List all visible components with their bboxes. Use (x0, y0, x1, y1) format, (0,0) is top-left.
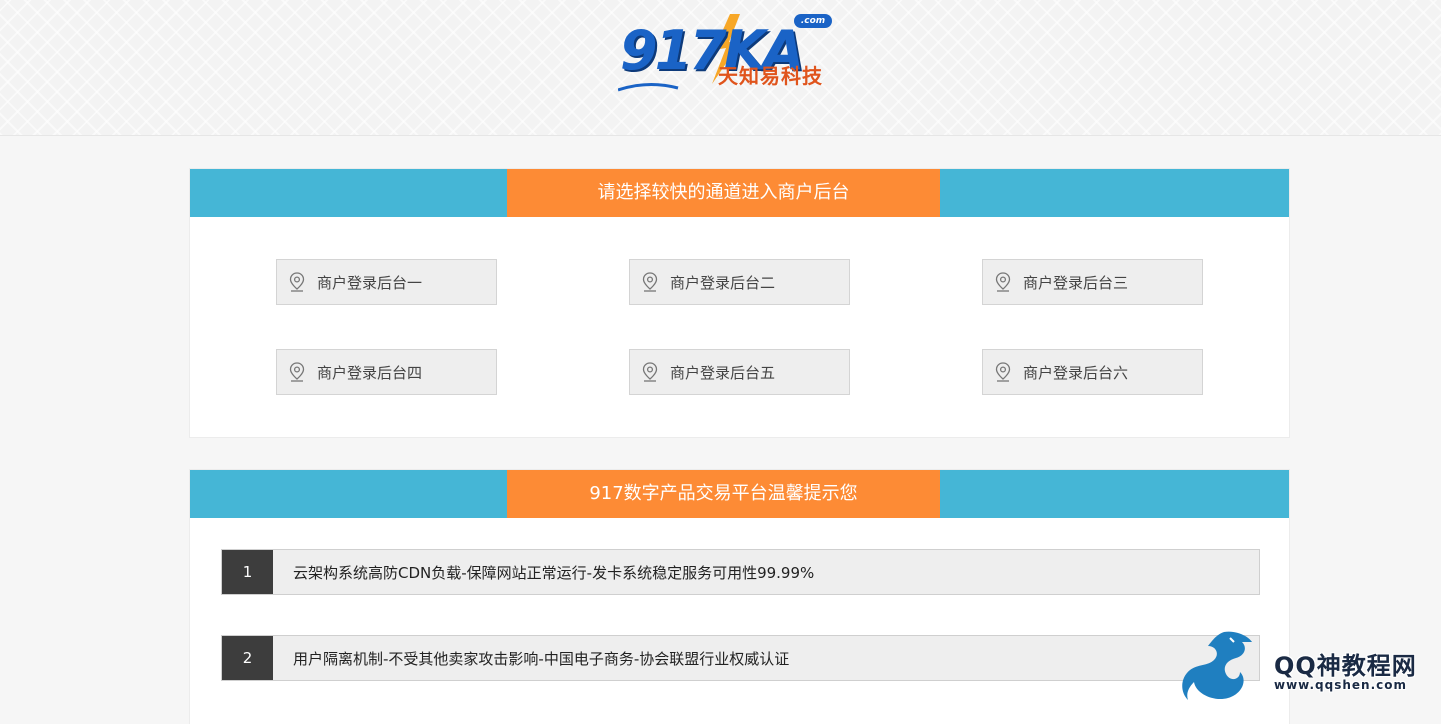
watermark: QQ神教程网 www.qqshen.com (1178, 628, 1441, 704)
login-channel-button-3[interactable]: 商户登录后台三 (982, 259, 1203, 305)
login-channel-button-4[interactable]: 商户登录后台四 (276, 349, 497, 395)
tip-item: 2 用户隔离机制-不受其他卖家攻击影响-中国电子商务-协会联盟行业权威认证 (221, 635, 1260, 681)
site-logo[interactable]: 917KA .com 天知易科技 (618, 10, 863, 94)
location-pin-icon (995, 272, 1011, 292)
tip-number: 2 (222, 636, 273, 680)
location-pin-icon (642, 272, 658, 292)
login-channel-button-2[interactable]: 商户登录后台二 (629, 259, 850, 305)
tip-item: 1 云架构系统高防CDN负载-保障网站正常运行-发卡系统稳定服务可用性99.99… (221, 549, 1260, 595)
location-pin-icon (995, 362, 1011, 382)
login-channel-label: 商户登录后台一 (317, 273, 423, 292)
tip-text: 云架构系统高防CDN负载-保障网站正常运行-发卡系统稳定服务可用性99.99% (293, 563, 815, 582)
login-channel-label: 商户登录后台五 (670, 363, 776, 382)
watermark-url: www.qqshen.com (1274, 678, 1408, 692)
tip-text: 用户隔离机制-不受其他卖家攻击影响-中国电子商务-协会联盟行业权威认证 (293, 649, 790, 668)
login-channel-label: 商户登录后台三 (1023, 273, 1129, 292)
watermark-title: QQ神教程网 (1274, 652, 1417, 680)
location-pin-icon (289, 272, 305, 292)
logo-dotcom-badge: .com (794, 14, 832, 28)
login-channel-button-5[interactable]: 商户登录后台五 (629, 349, 850, 395)
panel-title: 请选择较快的通道进入商户后台 (507, 169, 940, 217)
login-channel-label: 商户登录后台二 (670, 273, 776, 292)
login-channel-label: 商户登录后台六 (1023, 363, 1129, 382)
logo-subtitle: 天知易科技 (718, 64, 823, 88)
panel-title: 917数字产品交易平台温馨提示您 (507, 470, 940, 518)
panel-header-bar: 917数字产品交易平台温馨提示您 (190, 470, 1289, 518)
location-pin-icon (289, 362, 305, 382)
panel-header-bar: 请选择较快的通道进入商户后台 (190, 169, 1289, 217)
login-channel-button-1[interactable]: 商户登录后台一 (276, 259, 497, 305)
location-pin-icon (642, 362, 658, 382)
page-header: 917KA .com 天知易科技 (0, 0, 1441, 136)
tip-number: 1 (222, 550, 273, 594)
login-channel-panel: 请选择较快的通道进入商户后台 商户登录后台一 商户登录后台二 商户登录后台三 商… (189, 168, 1290, 438)
login-channel-button-6[interactable]: 商户登录后台六 (982, 349, 1203, 395)
login-channel-label: 商户登录后台四 (317, 363, 423, 382)
tips-panel: 917数字产品交易平台温馨提示您 1 云架构系统高防CDN负载-保障网站正常运行… (189, 469, 1290, 724)
dragon-icon (1182, 631, 1252, 700)
